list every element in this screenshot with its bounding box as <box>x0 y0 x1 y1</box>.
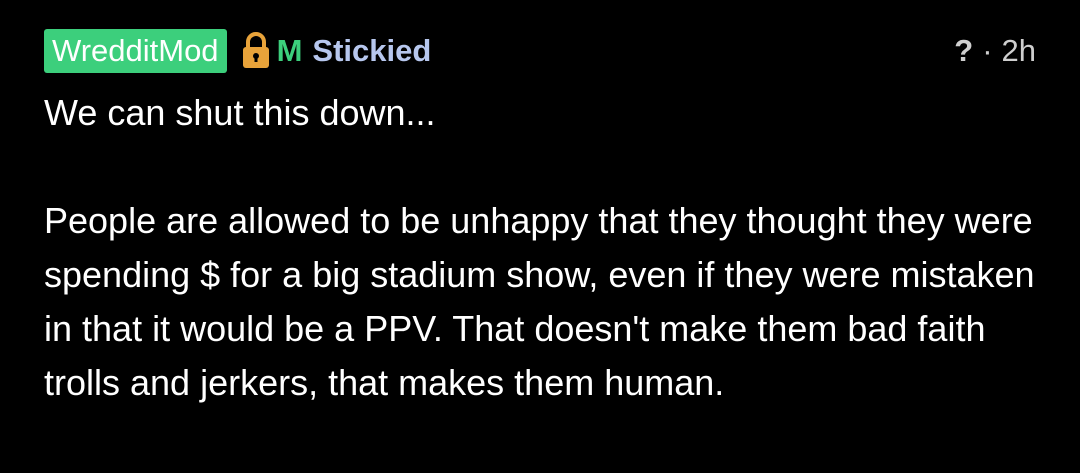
comment-paragraph-1: We can shut this down... <box>44 92 436 133</box>
moderator-marker: M <box>276 33 303 68</box>
comment-header: WredditMod M Stickied ? · 2h <box>44 28 1036 74</box>
meta-separator: · <box>982 33 993 68</box>
comment-meta: ? · 2h <box>954 29 1036 73</box>
comment: WredditMod M Stickied ? · 2h We can shut… <box>0 0 1080 473</box>
author-username-badge[interactable]: WredditMod <box>44 29 227 73</box>
comment-body: We can shut this down... People are allo… <box>44 86 1044 410</box>
comment-paragraph-2: People are allowed to be unhappy that th… <box>44 200 1035 403</box>
comment-age: 2h <box>1001 33 1036 68</box>
stickied-label: Stickied <box>312 33 432 68</box>
lock-icon <box>241 31 271 71</box>
vote-indicator[interactable]: ? <box>954 29 973 73</box>
